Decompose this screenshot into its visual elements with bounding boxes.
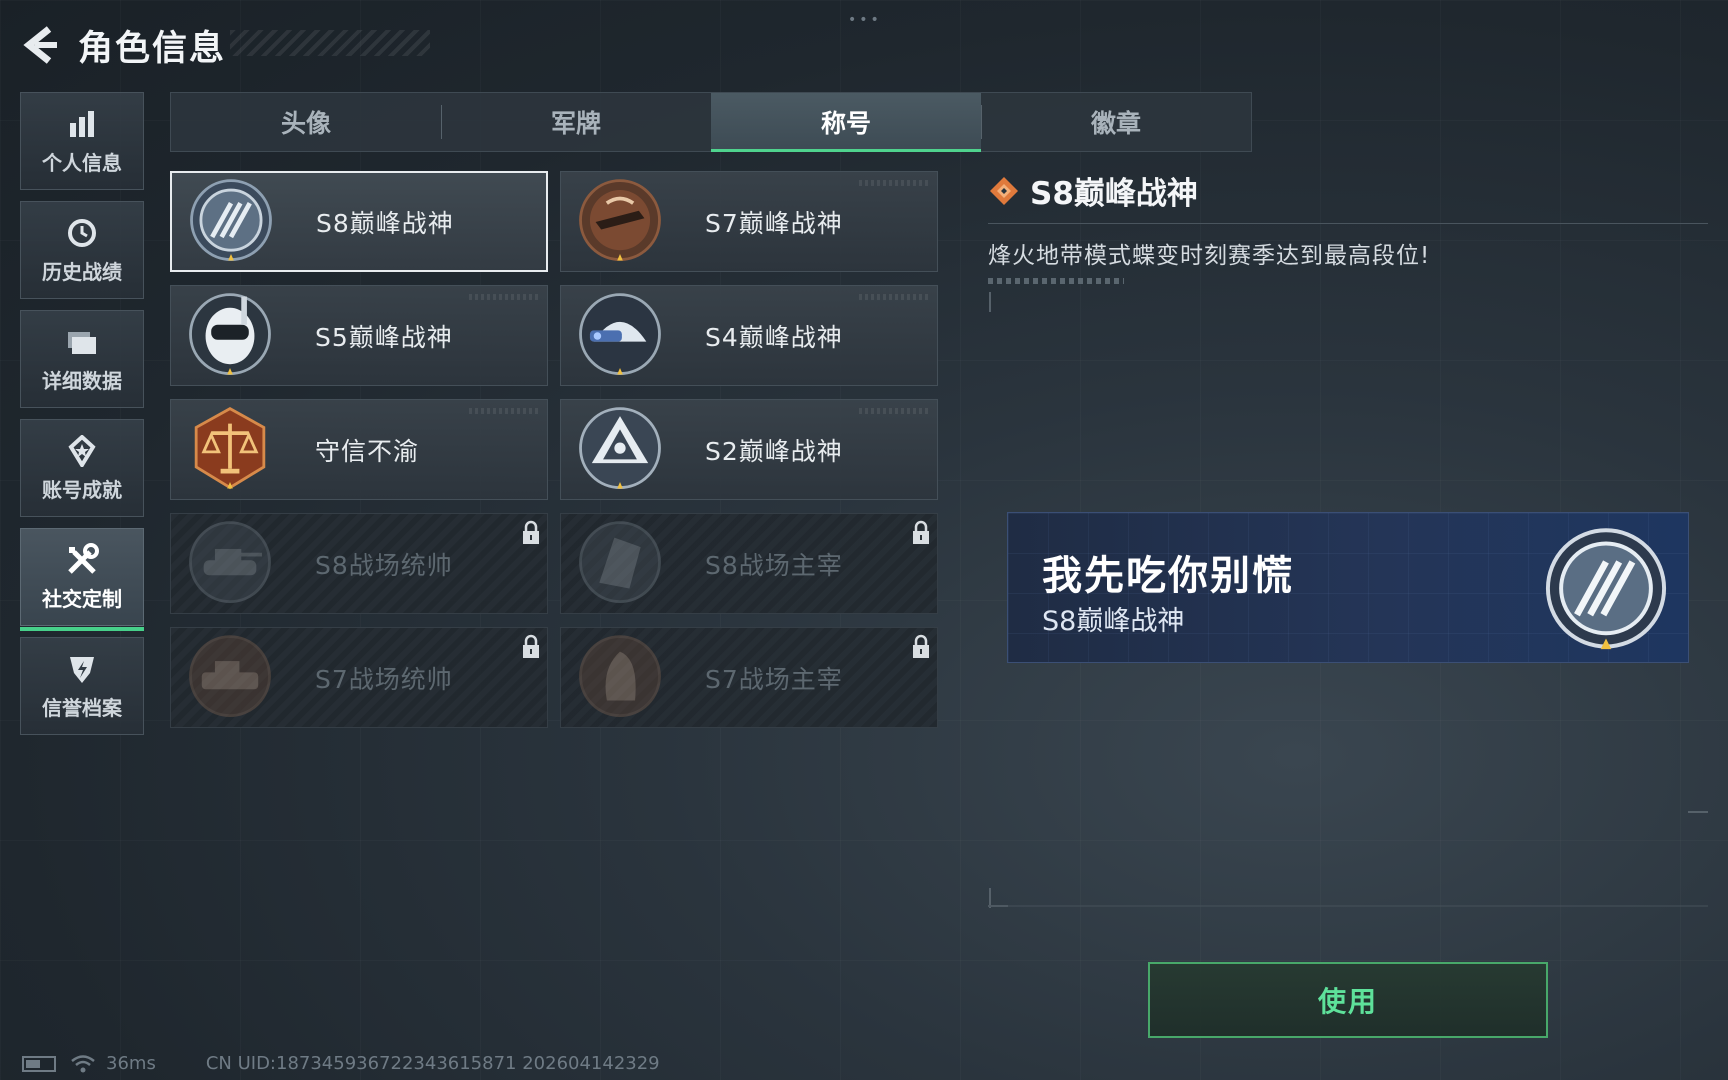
- tools-icon: [65, 542, 99, 577]
- s8-peak-emblem-icon: [1545, 528, 1667, 650]
- medal-icon: [65, 434, 99, 468]
- detail-decoration-bar: [988, 278, 1124, 284]
- lock-icon: [913, 634, 929, 658]
- title-card-name: S7战场主宰: [705, 664, 843, 694]
- divider: [988, 223, 1708, 224]
- title-preview-banner: 我先吃你别慌 S8巅峰战神: [1007, 512, 1689, 663]
- card-decoration: [469, 294, 539, 300]
- sidebar-item-label: 历史战绩: [42, 259, 122, 284]
- lock-icon: [523, 520, 539, 544]
- title-card-name: S8战场主宰: [705, 550, 843, 580]
- sidebar-item-label: 详细数据: [42, 368, 122, 393]
- card-decoration: [859, 294, 929, 300]
- lock-icon: [913, 520, 929, 544]
- lock-icon: [523, 634, 539, 658]
- folder-icon: [65, 325, 99, 359]
- header-decoration: [230, 30, 430, 56]
- title-grid: S8巅峰战神 S7巅峰战神 S5巅峰战神 S4巅峰战神 守信不渝 S2巅峰战神 …: [170, 171, 938, 728]
- detail-description: 烽火地带模式蝶变时刻赛季达到最高段位!: [988, 243, 1431, 269]
- status-footer: 36ms CN UID:18734593672234361587​1 20260…: [22, 1053, 660, 1074]
- sidebar-item-achievements[interactable]: 账号成就: [20, 419, 144, 517]
- sidebar-item-social-custom[interactable]: 社交定制: [20, 528, 144, 631]
- title-detail-panel: S8巅峰战神 烽火地带模式蝶变时刻赛季达到最高段位!: [988, 168, 1708, 284]
- tank-emblem-icon: [189, 520, 271, 603]
- user-uid: CN UID:18734593672234361587​1 2026041423…: [205, 1053, 660, 1074]
- tab-dog-tag[interactable]: 军牌: [441, 93, 711, 151]
- sidebar-item-detailed-data[interactable]: 详细数据: [20, 310, 144, 408]
- scales-emblem-icon: [194, 406, 266, 489]
- page-header: 角色信息: [20, 18, 226, 72]
- tab-avatar[interactable]: 头像: [171, 93, 441, 151]
- top-dots-decoration: •••: [848, 12, 882, 28]
- title-card-s2-peak[interactable]: S2巅峰战神: [560, 399, 938, 500]
- sidebar-item-personal-info[interactable]: 个人信息: [20, 92, 144, 190]
- diamond-rank-icon: [990, 176, 1018, 205]
- sidebar-item-history[interactable]: 历史战绩: [20, 201, 144, 299]
- wifi-icon: [71, 1054, 95, 1072]
- sidebar-item-label: 信誉档案: [42, 695, 122, 720]
- title-card-name: S8巅峰战神: [316, 208, 454, 238]
- card-decoration: [859, 180, 929, 186]
- card-decoration: [469, 408, 539, 414]
- title-card-name: S8战场统帅: [315, 550, 453, 580]
- tab-badge[interactable]: 徽章: [981, 93, 1251, 151]
- s2-peak-emblem-icon: [579, 406, 661, 489]
- history-clock-icon: [65, 216, 99, 250]
- sidebar: 个人信息 历史战绩 详细数据 账号成就 社交定制 信誉档案: [20, 92, 144, 746]
- preview-player-name: 我先吃你别慌: [1042, 553, 1294, 599]
- sidebar-item-label: 社交定制: [42, 586, 122, 611]
- title-card-name: S5巅峰战神: [315, 322, 453, 352]
- sidebar-item-credit-record[interactable]: 信誉档案: [20, 637, 144, 735]
- sidebar-item-label: 账号成就: [42, 477, 122, 502]
- page-title: 角色信息: [78, 28, 227, 69]
- bar-chart-icon: [65, 107, 99, 141]
- s4-peak-emblem-icon: [579, 292, 661, 375]
- title-card-integrity[interactable]: 守信不渝: [170, 399, 548, 500]
- sidebar-item-label: 个人信息: [42, 150, 122, 175]
- title-card-s4-peak[interactable]: S4巅峰战神: [560, 285, 938, 386]
- title-card-s8-commander[interactable]: S8战场统帅: [170, 513, 548, 614]
- card-decoration: [859, 408, 929, 414]
- tab-title[interactable]: 称号: [711, 93, 981, 152]
- title-card-s8-peak[interactable]: S8巅峰战神: [170, 171, 548, 272]
- vehicle-emblem-icon: [189, 634, 271, 717]
- title-card-name: S7战场统帅: [315, 664, 453, 694]
- title-card-name: S2巅峰战神: [705, 436, 843, 466]
- shield-icon: [65, 652, 99, 686]
- title-card-name: S7巅峰战神: [705, 208, 843, 238]
- title-card-s7-peak[interactable]: S7巅峰战神: [560, 171, 938, 272]
- s8-peak-emblem-icon: [190, 178, 272, 261]
- detail-header: S8巅峰战神: [988, 168, 1708, 213]
- title-card-s5-peak[interactable]: S5巅峰战神: [170, 285, 548, 386]
- title-card-name: S4巅峰战神: [705, 322, 843, 352]
- s5-peak-emblem-icon: [189, 292, 271, 375]
- battery-icon: [22, 1055, 56, 1072]
- back-arrow-icon: [23, 26, 57, 64]
- preview-title: S8巅峰战神: [1042, 606, 1185, 637]
- s7-peak-emblem-icon: [579, 178, 661, 261]
- title-card-name: 守信不渝: [315, 436, 420, 466]
- building-emblem-icon: [579, 520, 661, 603]
- title-card-s8-dominator[interactable]: S8战场主宰: [560, 513, 938, 614]
- title-card-s7-commander[interactable]: S7战场统帅: [170, 627, 548, 728]
- soldier-emblem-icon: [579, 634, 661, 717]
- title-card-s7-dominator[interactable]: S7战场主宰: [560, 627, 938, 728]
- use-button[interactable]: 使用: [1148, 962, 1548, 1038]
- back-button[interactable]: [20, 24, 62, 66]
- ping-value: 36ms: [106, 1053, 156, 1074]
- detail-title: S8巅峰战神: [1030, 176, 1198, 212]
- tab-bar: 头像 军牌 称号 徽章: [170, 92, 1252, 152]
